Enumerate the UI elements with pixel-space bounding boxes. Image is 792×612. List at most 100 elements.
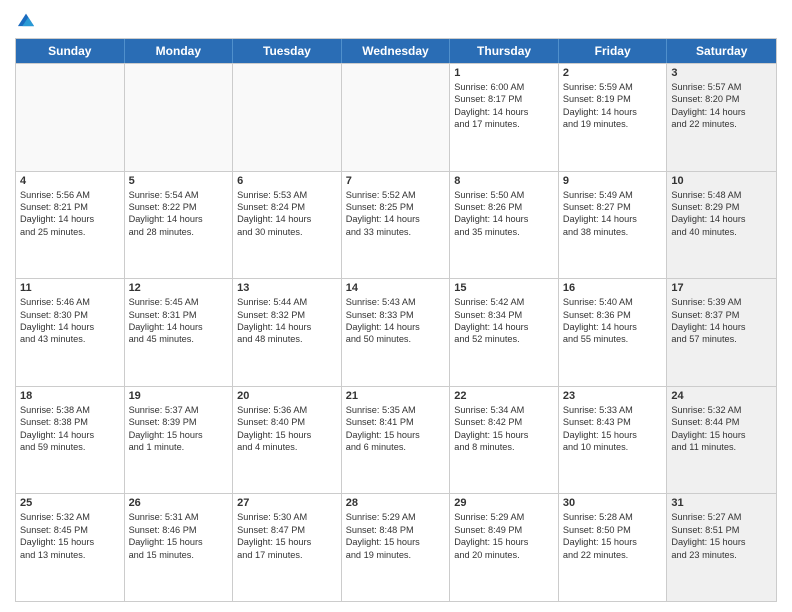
header (15, 10, 777, 32)
day-number: 7 (346, 175, 446, 187)
cell-line: Sunrise: 5:52 AM (346, 189, 446, 201)
cell-line: Sunrise: 5:49 AM (563, 189, 663, 201)
cell-line: and 11 minutes. (671, 441, 772, 453)
cal-cell (342, 64, 451, 171)
header-day-wednesday: Wednesday (342, 39, 451, 63)
cell-line: Sunrise: 5:28 AM (563, 511, 663, 523)
calendar-body: 1Sunrise: 6:00 AMSunset: 8:17 PMDaylight… (16, 63, 776, 601)
cell-line: Daylight: 15 hours (671, 536, 772, 548)
day-number: 24 (671, 390, 772, 402)
cell-line: Daylight: 14 hours (454, 106, 554, 118)
cell-line: Daylight: 14 hours (20, 429, 120, 441)
cal-cell: 1Sunrise: 6:00 AMSunset: 8:17 PMDaylight… (450, 64, 559, 171)
cal-cell: 30 Sunrise: 5:28 AMSunset: 8:50 PMDayligh… (559, 494, 668, 601)
cell-line: Sunset: 8:27 PM (563, 201, 663, 213)
cell-line: Sunset: 8:40 PM (237, 416, 337, 428)
cell-line: and 40 minutes. (671, 226, 772, 238)
cell-line: and 52 minutes. (454, 333, 554, 345)
cell-line: Daylight: 14 hours (237, 213, 337, 225)
day-number: 15 (454, 282, 554, 294)
cal-cell: 18 Sunrise: 5:38 AMSunset: 8:38 PMDayligh… (16, 387, 125, 494)
cell-line: Sunrise: 5:59 AM (563, 81, 663, 93)
cell-line: Sunset: 8:26 PM (454, 201, 554, 213)
calendar-header: SundayMondayTuesdayWednesdayThursdayFrid… (16, 39, 776, 63)
cal-cell: 19Sunrise: 5:37 AMSunset: 8:39 PMDayligh… (125, 387, 234, 494)
cell-line: Sunset: 8:37 PM (671, 309, 772, 321)
cell-line: Sunset: 8:50 PM (563, 524, 663, 536)
cell-line: Daylight: 14 hours (346, 321, 446, 333)
cell-line: and 30 minutes. (237, 226, 337, 238)
cal-cell: 14Sunrise: 5:43 AMSunset: 8:33 PMDayligh… (342, 279, 451, 386)
cell-line: Sunset: 8:46 PM (129, 524, 229, 536)
cell-line: Sunrise: 5:53 AM (237, 189, 337, 201)
cell-line: and 22 minutes. (671, 118, 772, 130)
cell-line: Daylight: 14 hours (129, 213, 229, 225)
cell-line: Sunset: 8:45 PM (20, 524, 120, 536)
header-day-sunday: Sunday (16, 39, 125, 63)
cell-line: Daylight: 15 hours (563, 536, 663, 548)
cell-line: and 13 minutes. (20, 549, 120, 561)
cell-line: Sunrise: 5:30 AM (237, 511, 337, 523)
cal-cell: 3Sunrise: 5:57 AMSunset: 8:20 PMDaylight… (667, 64, 776, 171)
cell-line: Sunrise: 5:38 AM (20, 404, 120, 416)
cal-cell: 13Sunrise: 5:44 AMSunset: 8:32 PMDayligh… (233, 279, 342, 386)
cal-cell: 25Sunrise: 5:32 AMSunset: 8:45 PMDayligh… (16, 494, 125, 601)
cell-line: Daylight: 14 hours (671, 321, 772, 333)
cell-line: Sunrise: 5:33 AM (563, 404, 663, 416)
day-number: 27 (237, 497, 337, 509)
cell-line: and 59 minutes. (20, 441, 120, 453)
cal-cell: 7Sunrise: 5:52 AMSunset: 8:25 PMDaylight… (342, 172, 451, 279)
day-number: 9 (563, 175, 663, 187)
header-day-monday: Monday (125, 39, 234, 63)
cal-cell (233, 64, 342, 171)
day-number: 14 (346, 282, 446, 294)
cell-line: Daylight: 14 hours (20, 321, 120, 333)
cell-line: Daylight: 14 hours (20, 213, 120, 225)
cell-line: and 25 minutes. (20, 226, 120, 238)
cell-line: Sunset: 8:32 PM (237, 309, 337, 321)
day-number: 16 (563, 282, 663, 294)
cell-line: Daylight: 15 hours (237, 429, 337, 441)
cell-line: Sunset: 8:51 PM (671, 524, 772, 536)
cell-line: Sunset: 8:42 PM (454, 416, 554, 428)
cell-line: Sunrise: 5:32 AM (20, 511, 120, 523)
cal-cell (16, 64, 125, 171)
day-number: 10 (671, 175, 772, 187)
cell-line: Daylight: 14 hours (563, 106, 663, 118)
day-number: 18 (20, 390, 120, 402)
cal-cell: 23Sunrise: 5:33 AMSunset: 8:43 PMDayligh… (559, 387, 668, 494)
week-row-0: 1Sunrise: 6:00 AMSunset: 8:17 PMDaylight… (16, 63, 776, 171)
cell-line: and 17 minutes. (454, 118, 554, 130)
cell-line: Sunrise: 5:54 AM (129, 189, 229, 201)
day-number: 19 (129, 390, 229, 402)
cell-line: Daylight: 15 hours (563, 429, 663, 441)
day-number: 11 (20, 282, 120, 294)
cal-cell: 31Sunrise: 5:27 AMSunset: 8:51 PMDayligh… (667, 494, 776, 601)
day-number: 21 (346, 390, 446, 402)
cell-line: and 57 minutes. (671, 333, 772, 345)
day-number: 17 (671, 282, 772, 294)
cell-line: Sunrise: 6:00 AM (454, 81, 554, 93)
day-number: 29 (454, 497, 554, 509)
cell-line: Daylight: 15 hours (129, 536, 229, 548)
cell-line: Sunset: 8:38 PM (20, 416, 120, 428)
cell-line: Daylight: 14 hours (454, 213, 554, 225)
cell-line: and 15 minutes. (129, 549, 229, 561)
cal-cell: 29Sunrise: 5:29 AMSunset: 8:49 PMDayligh… (450, 494, 559, 601)
cell-line: and 48 minutes. (237, 333, 337, 345)
day-number: 4 (20, 175, 120, 187)
cell-line: Sunset: 8:30 PM (20, 309, 120, 321)
cal-cell: 27Sunrise: 5:30 AMSunset: 8:47 PMDayligh… (233, 494, 342, 601)
cell-line: and 55 minutes. (563, 333, 663, 345)
cal-cell: 12Sunrise: 5:45 AMSunset: 8:31 PMDayligh… (125, 279, 234, 386)
cell-line: Sunset: 8:29 PM (671, 201, 772, 213)
day-number: 30 (563, 497, 663, 509)
logo-icon (15, 10, 37, 32)
cal-cell: 2Sunrise: 5:59 AMSunset: 8:19 PMDaylight… (559, 64, 668, 171)
week-row-4: 25Sunrise: 5:32 AMSunset: 8:45 PMDayligh… (16, 493, 776, 601)
calendar: SundayMondayTuesdayWednesdayThursdayFrid… (15, 38, 777, 602)
cell-line: Sunset: 8:25 PM (346, 201, 446, 213)
cal-cell: 16Sunrise: 5:40 AMSunset: 8:36 PMDayligh… (559, 279, 668, 386)
day-number: 3 (671, 67, 772, 79)
header-day-friday: Friday (559, 39, 668, 63)
